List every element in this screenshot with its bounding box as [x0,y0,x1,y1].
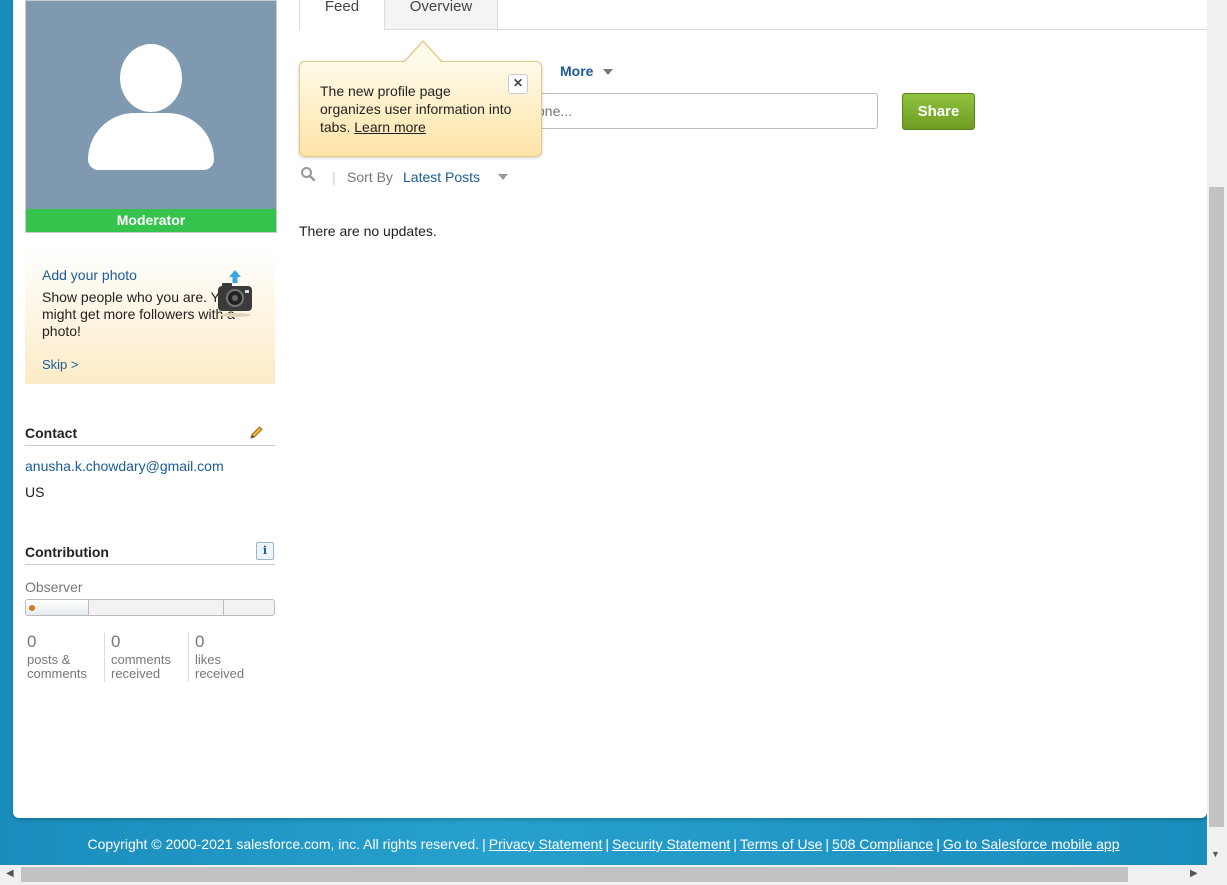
footer-separator: | [482,836,486,852]
stat-label: comments received [111,652,171,681]
sort-by-label: Sort By [347,169,393,185]
stat-posts: 0 posts & comments [27,632,97,681]
avatar-body-shape [88,113,214,170]
chevron-down-icon[interactable] [603,69,613,75]
copyright-text: Copyright © 2000-2021 salesforce.com, in… [87,836,480,852]
vertical-scrollbar[interactable]: ▼ [1207,0,1227,865]
vertical-scroll-thumb[interactable] [1209,187,1224,827]
scroll-down-arrow-icon[interactable]: ▼ [1211,849,1220,859]
stat-value: 0 [111,632,121,651]
info-icon[interactable]: i [256,542,274,560]
security-statement-link[interactable]: Security Statement [612,836,730,852]
feed-empty-message: There are no updates. [299,223,437,239]
tab-overview[interactable]: Overview [385,0,498,30]
progress-marker-dot [29,605,35,611]
profile-panel: Moderator Add your photo Show people who… [13,0,1207,818]
contribution-level: Observer [25,579,83,595]
post-input[interactable] [499,93,878,129]
add-photo-description: Show people who you are. You might get m… [42,289,235,339]
horizontal-scroll-thumb[interactable] [21,867,1128,882]
divider: | [332,169,336,185]
stat-value: 0 [195,632,205,651]
share-button[interactable]: Share [902,93,975,130]
more-actions-link[interactable]: More [560,63,593,79]
contact-email-link[interactable]: anusha.k.chowdary@gmail.com [25,458,224,474]
contribution-heading: Contribution [25,544,275,565]
add-photo-link[interactable]: Add your photo [42,267,137,283]
contribution-progress-bar [25,599,275,616]
terms-of-use-link[interactable]: Terms of Use [740,836,822,852]
stat-label: likes received [195,652,245,681]
profile-tabs-tooltip: The new profile page organizes user info… [299,40,542,157]
508-compliance-link[interactable]: 508 Compliance [832,836,933,852]
search-icon[interactable] [300,166,316,182]
footer-separator: | [825,836,830,852]
tab-underline [497,29,1207,30]
avatar-head-shape [120,44,182,112]
skip-link[interactable]: Skip > [42,357,79,372]
sort-select[interactable]: Latest Posts [403,169,480,185]
profile-avatar[interactable]: Moderator [25,0,277,233]
footer-separator: | [733,836,737,852]
footer-separator: | [936,836,940,852]
chevron-down-icon[interactable] [498,174,508,180]
contribution-progress-fill [26,600,89,615]
stat-label: posts & comments [27,652,87,681]
scroll-left-arrow-icon[interactable]: ◀ [6,868,14,879]
tab-feed[interactable]: Feed [299,0,385,30]
mobile-app-link[interactable]: Go to Salesforce mobile app [943,836,1120,852]
stat-comments-received: 0 comments received [111,632,183,681]
stat-likes-received: 0 likes received [195,632,265,681]
stat-divider [188,632,189,682]
learn-more-link[interactable]: Learn more [354,119,426,135]
footer-separator: | [605,836,609,852]
horizontal-scrollbar[interactable]: ◀ ▶ [0,865,1227,885]
pencil-edit-icon[interactable] [248,425,264,441]
privacy-statement-link[interactable]: Privacy Statement [489,836,603,852]
tooltip-message: The new profile page organizes user info… [320,82,515,136]
add-photo-card: Add your photo Show people who you are. … [25,248,275,384]
stat-divider [104,632,105,682]
contact-heading: Contact [25,425,275,446]
close-icon[interactable]: ✕ [508,74,528,94]
stat-value: 0 [27,632,37,651]
scroll-right-arrow-icon[interactable]: ▶ [1190,868,1198,879]
contact-country: US [25,484,45,500]
moderator-badge: Moderator [26,209,276,232]
progress-level-divider [223,600,224,615]
camera-upload-icon [218,270,252,317]
tooltip-arrow [404,42,442,63]
page-footer: Copyright © 2000-2021 salesforce.com, in… [0,836,1207,852]
